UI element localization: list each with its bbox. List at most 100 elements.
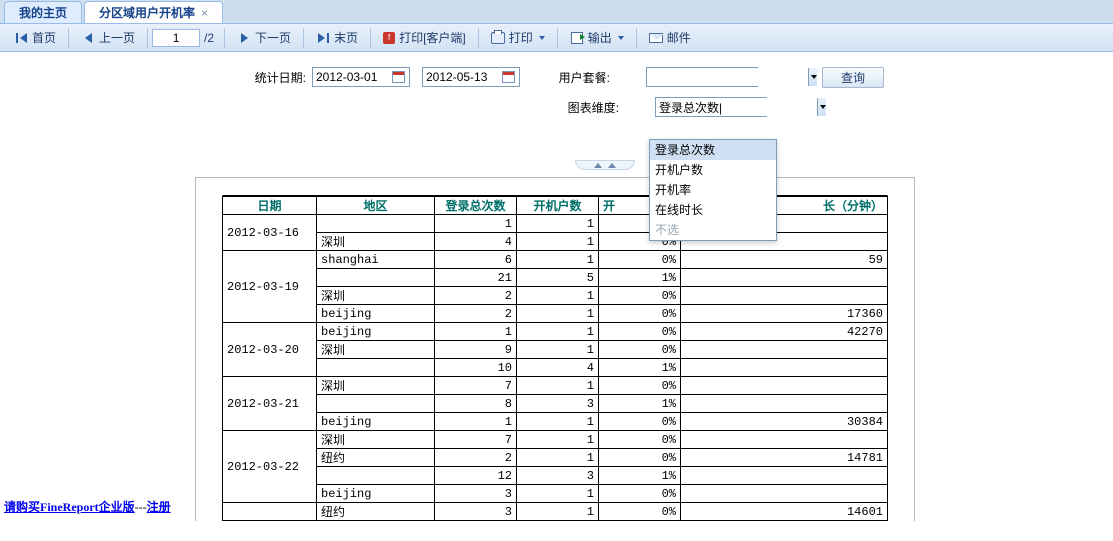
cell-area: beijing [317,485,435,503]
cell-area: 纽约 [317,503,435,521]
date-from-field[interactable] [313,68,389,86]
next-page-button[interactable]: 下一页 [229,27,299,49]
cell-open: 4 [517,359,599,377]
dropdown-option-disabled: 不选 [650,220,776,240]
cell-open: 1 [517,449,599,467]
cell-dur [681,431,888,449]
date-label: 统计日期: [246,69,306,86]
mail-icon [649,33,663,43]
package-combo[interactable] [646,67,758,87]
cell-date: 2012-03-22 [223,431,317,503]
close-icon[interactable]: × [201,2,208,24]
cell-open: 1 [517,215,599,233]
dropdown-option[interactable]: 在线时长 [650,200,776,220]
footer-link: 请购买FineReport企业版---注册 [4,498,171,515]
btn-label: 打印 [509,29,533,46]
dropdown-option[interactable]: 开机率 [650,180,776,200]
cell-area: 深圳 [317,233,435,251]
buy-link[interactable]: 请购买FineReport企业版 [4,500,135,514]
footer-dash: --- [135,500,147,514]
cell-open: 1 [517,503,599,521]
cell-open: 3 [517,395,599,413]
chevron-down-icon[interactable] [817,98,826,116]
table-row: 深圳210% [223,287,888,305]
cell-date: 2012-03-20 [223,323,317,377]
print-client-button[interactable]: f打印[客户端] [375,27,474,49]
chevron-down-icon[interactable] [808,68,817,86]
calendar-icon[interactable] [499,68,517,86]
calendar-icon[interactable] [389,68,407,86]
chevron-down-icon [618,36,624,40]
cell-open: 1 [517,287,599,305]
export-button[interactable]: 输出 [562,27,632,49]
cell-open: 1 [517,431,599,449]
cell-open: 1 [517,413,599,431]
cell-dur: 59 [681,251,888,269]
separator [370,28,371,48]
date-to-field[interactable] [423,68,499,86]
cell-area [317,269,435,287]
table-row: 2012-03-19shanghai610%59 [223,251,888,269]
cell-login: 12 [435,467,517,485]
date-from-input[interactable] [312,67,410,87]
cell-area: 纽约 [317,449,435,467]
cell-dur [681,269,888,287]
package-field[interactable] [647,68,808,86]
dropdown-option[interactable]: 开机户数 [650,160,776,180]
cell-rate: 0% [599,377,681,395]
dimension-label: 图表维度: [559,99,619,116]
dimension-dropdown[interactable]: 登录总次数 开机户数 开机率 在线时长 不选 [649,139,777,241]
prev-page-button[interactable]: 上一页 [73,27,143,49]
cell-open: 1 [517,485,599,503]
tab-home[interactable]: 我的主页 [4,1,82,23]
cell-dur: 42270 [681,323,888,341]
panel-splitter[interactable] [575,160,635,170]
printer-icon [491,32,505,44]
cell-rate: 0% [599,413,681,431]
table-row: 2012-03-1611 [223,215,888,233]
cell-dur: 30384 [681,413,888,431]
cell-login: 21 [435,269,517,287]
first-page-button[interactable]: 首页 [6,27,64,49]
table-row: 深圳410% [223,233,888,251]
col-login: 登录总次数 [435,197,517,215]
cell-date [223,503,317,521]
dimension-combo[interactable] [655,97,767,117]
cell-open: 5 [517,269,599,287]
table-row: 纽约210%14781 [223,449,888,467]
page-number-input[interactable] [152,29,200,47]
table-row: 1231% [223,467,888,485]
cell-rate: 1% [599,359,681,377]
cell-date: 2012-03-19 [223,251,317,323]
cell-dur: 17360 [681,305,888,323]
report-table: 日期 地区 登录总次数 开机户数 开 长（分钟） 2012-03-1611深圳4… [222,196,888,521]
cell-rate: 0% [599,431,681,449]
cell-area [317,467,435,485]
separator [636,28,637,48]
cell-open: 1 [517,323,599,341]
tab-label: 我的主页 [19,2,67,24]
query-button[interactable]: 查询 [822,67,884,88]
mail-button[interactable]: 邮件 [641,27,699,49]
cell-dur: 14781 [681,449,888,467]
table-header-row: 日期 地区 登录总次数 开机户数 开 长（分钟） [223,197,888,215]
separator [478,28,479,48]
cell-area [317,215,435,233]
register-link[interactable]: 注册 [147,500,171,514]
cell-open: 1 [517,251,599,269]
date-to-input[interactable] [422,67,520,87]
btn-label: 输出 [588,29,612,46]
print-button[interactable]: 打印 [483,27,553,49]
cell-open: 1 [517,305,599,323]
table-row: beijing110%30384 [223,413,888,431]
btn-label: 上一页 [99,29,135,46]
cell-area: 深圳 [317,377,435,395]
cell-dur: 14601 [681,503,888,521]
dimension-field[interactable] [656,98,817,116]
last-page-button[interactable]: 末页 [308,27,366,49]
cell-login: 4 [435,233,517,251]
cell-login: 2 [435,287,517,305]
cell-rate: 0% [599,305,681,323]
tab-area-openrate[interactable]: 分区域用户开机率 × [84,1,223,23]
dropdown-option[interactable]: 登录总次数 [650,140,776,160]
